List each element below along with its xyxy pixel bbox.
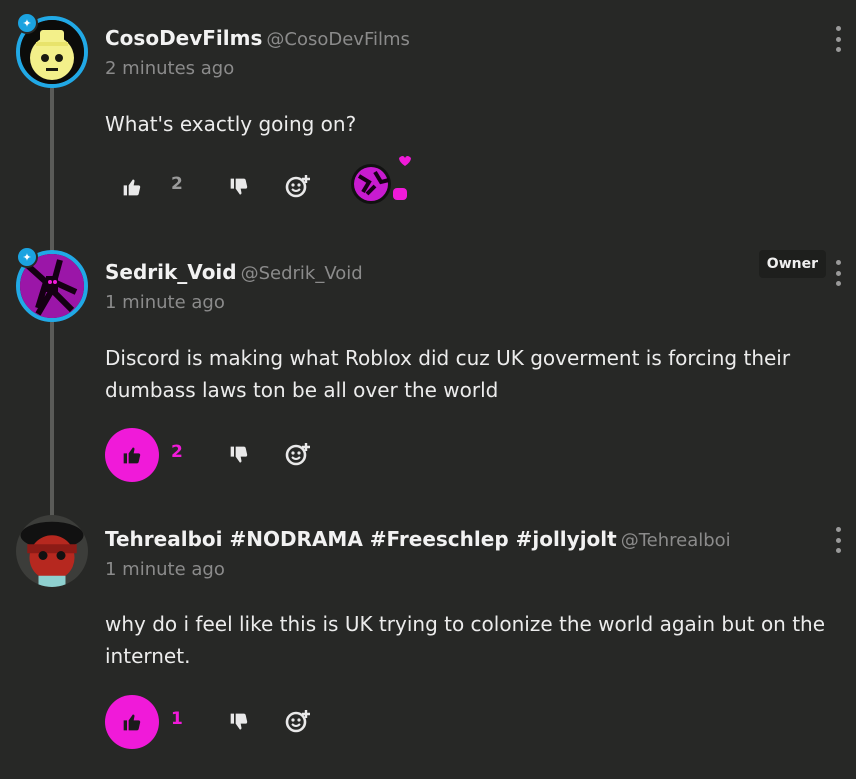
comment-header: Tehrealboi #NODRAMA #Freeschlep #jollyjo… (105, 527, 731, 551)
timestamp: 1 minute ago (105, 292, 225, 313)
more-options-icon[interactable] (828, 527, 848, 553)
more-options-icon[interactable] (828, 260, 848, 286)
add-reaction-button[interactable] (283, 171, 313, 201)
red-masked-character-avatar-icon (16, 515, 88, 587)
more-options-icon[interactable] (828, 26, 848, 52)
comment-text: why do i feel like this is UK trying to … (105, 612, 826, 668)
like-button[interactable] (105, 160, 159, 214)
username[interactable]: Sedrik_Void (105, 260, 237, 284)
like-count: 2 (171, 442, 183, 462)
like-count: 1 (171, 709, 183, 729)
add-reaction-icon (285, 175, 310, 198)
dislike-button[interactable] (225, 173, 253, 201)
comment-header: CosoDevFilms @CosoDevFilms (105, 26, 410, 50)
reaction-emote[interactable] (345, 154, 411, 208)
user-handle: @Sedrik_Void (240, 263, 363, 284)
like-button[interactable] (105, 428, 159, 482)
thumbs-down-icon (230, 178, 248, 195)
user-handle: @Tehrealboi (620, 530, 731, 551)
bird-badge-icon: ✦ (16, 12, 38, 34)
thumbs-up-icon (123, 714, 141, 731)
like-button[interactable] (105, 695, 159, 749)
add-reaction-button[interactable] (283, 706, 313, 736)
like-count: 2 (171, 174, 183, 194)
avatar[interactable] (16, 515, 88, 587)
timestamp: 2 minutes ago (105, 58, 235, 79)
username[interactable]: Tehrealboi #NODRAMA #Freeschlep #jollyjo… (105, 527, 617, 551)
add-reaction-button[interactable] (283, 439, 313, 469)
avatar[interactable]: ✦ (16, 246, 88, 322)
thumbs-down-icon (230, 446, 248, 463)
bird-badge-icon: ✦ (16, 246, 38, 268)
thumbs-up-icon (123, 447, 141, 464)
comment-text: Discord is making what Roblox did cuz UK… (105, 346, 791, 402)
user-handle: @CosoDevFilms (266, 29, 410, 50)
dislike-button[interactable] (225, 441, 253, 469)
add-reaction-icon (285, 443, 310, 466)
timestamp: 1 minute ago (105, 559, 225, 580)
thumbs-up-icon (123, 179, 141, 196)
magenta-creature-reaction-icon (351, 156, 411, 204)
avatar[interactable]: ✦ (16, 12, 88, 88)
dislike-button[interactable] (225, 708, 253, 736)
thumbs-down-icon (230, 713, 248, 730)
username[interactable]: CosoDevFilms (105, 26, 262, 50)
owner-badge: Owner (758, 250, 826, 278)
comment-header: Sedrik_Void @Sedrik_Void (105, 260, 363, 284)
add-reaction-icon (285, 710, 310, 733)
comment-text: What's exactly going on? (105, 112, 357, 136)
